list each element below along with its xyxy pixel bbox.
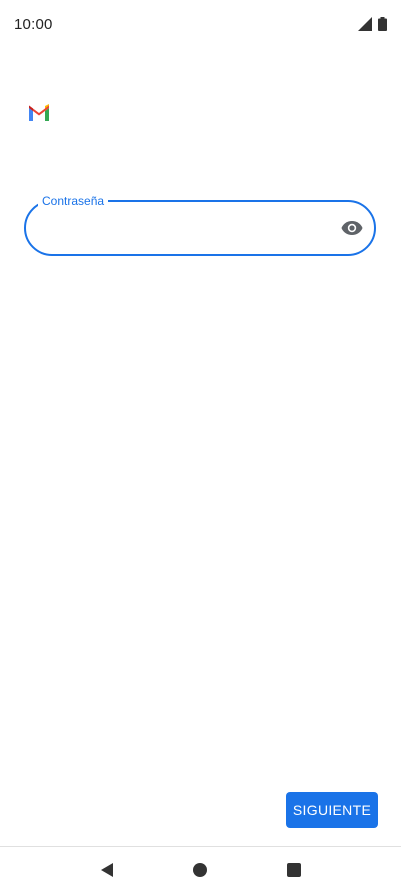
recents-button[interactable] [278, 854, 310, 886]
status-time: 10:00 [14, 15, 53, 33]
recents-icon [287, 862, 302, 877]
back-icon [100, 862, 113, 877]
gmail-logo [29, 104, 49, 121]
show-password-toggle[interactable] [340, 216, 364, 240]
home-button[interactable] [184, 854, 216, 886]
battery-icon [378, 17, 387, 31]
signal-icon [358, 17, 372, 31]
status-icons [358, 17, 387, 31]
home-icon [193, 862, 208, 877]
next-button[interactable]: SIGUIENTE [286, 792, 378, 828]
back-button[interactable] [91, 854, 123, 886]
password-field[interactable]: Contraseña [24, 193, 376, 256]
eye-icon [341, 221, 363, 235]
status-bar: 10:00 [0, 0, 401, 48]
navigation-bar [0, 847, 401, 892]
password-input[interactable] [42, 202, 336, 256]
